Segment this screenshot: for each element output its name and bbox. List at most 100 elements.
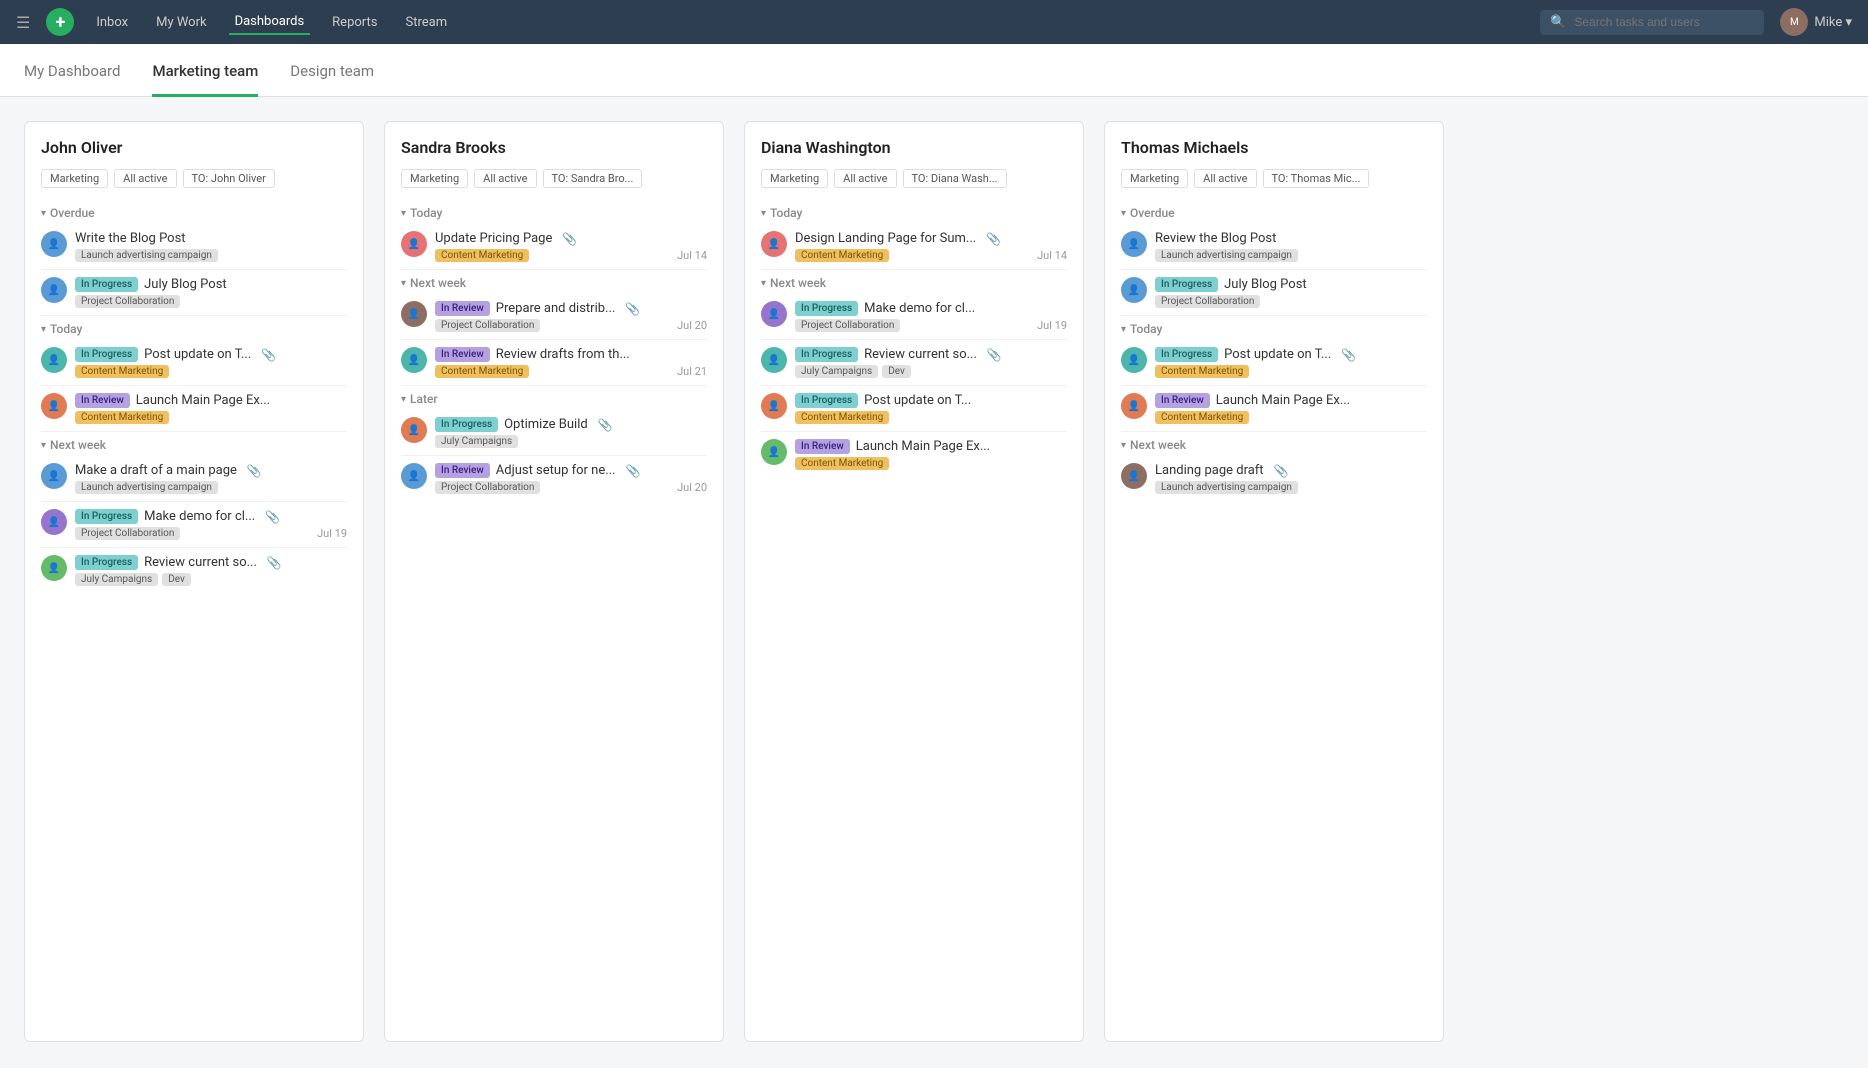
section-header-next-week[interactable]: ▾ Next week	[1121, 432, 1427, 456]
task-tag: Content Marketing	[795, 249, 889, 262]
collapse-arrow: ▾	[1121, 208, 1126, 219]
filter-pill[interactable]: TO: John Oliver	[183, 169, 275, 188]
hamburger-menu[interactable]: ☰	[16, 13, 30, 32]
person-name: Sandra Brooks	[401, 138, 707, 157]
user-menu[interactable]: M Mike ▾	[1780, 8, 1852, 36]
task-item[interactable]: 👤Update Pricing Page📎Content MarketingJu…	[401, 224, 707, 270]
user-name[interactable]: Mike ▾	[1814, 15, 1852, 30]
task-item[interactable]: 👤In ProgressReview current so...📎July Ca…	[761, 340, 1067, 386]
task-item[interactable]: 👤 Design Landing Page for Sum...📎 Content …	[761, 224, 1067, 270]
task-item[interactable]: 👤In ProgressMake demo for cl...Project C…	[761, 294, 1067, 340]
task-item[interactable]: 👤In ProgressJuly Blog PostProject Collab…	[41, 270, 347, 316]
filter-pill[interactable]: TO: Sandra Bro...	[543, 169, 643, 188]
status-badge: In Review	[435, 301, 490, 316]
filter-pill[interactable]: TO: Thomas Mic...	[1263, 169, 1370, 188]
nav-reports[interactable]: Reports	[326, 11, 383, 34]
attachment-icon: 📎	[626, 464, 641, 478]
task-item[interactable]: 👤In ProgressPost update on T...Content M…	[761, 386, 1067, 432]
section-header-today[interactable]: ▾ Today	[1121, 316, 1427, 340]
section-header-next-week[interactable]: ▾ Next week	[401, 270, 707, 294]
task-item[interactable]: 👤In ProgressPost update on T...📎Content …	[1121, 340, 1427, 386]
top-navigation: ☰ + Inbox My Work Dashboards Reports Str…	[0, 0, 1868, 44]
filter-pill[interactable]: All active	[834, 169, 896, 188]
task-item[interactable]: 👤Make a draft of a main page📎Launch adve…	[41, 456, 347, 502]
task-item[interactable]: 👤In ReviewLaunch Main Page Ex...Content …	[1121, 386, 1427, 432]
filter-pill[interactable]: Marketing	[761, 169, 828, 188]
nav-dashboards[interactable]: Dashboards	[229, 10, 311, 35]
task-item[interactable]: 👤In ProgressPost update on T...📎Content …	[41, 340, 347, 386]
filter-pill[interactable]: Marketing	[1121, 169, 1188, 188]
task-tag: Project Collaboration	[435, 319, 540, 332]
avatar: 👤	[761, 393, 787, 419]
task-item[interactable]: 👤In ReviewLaunch Main Page Ex...Content …	[761, 432, 1067, 477]
task-tag: July Campaigns	[435, 435, 518, 448]
task-title: Adjust setup for ne...	[496, 463, 616, 478]
task-body: In ProgressMake demo for cl...📎Project C…	[75, 509, 347, 540]
tab-design-team[interactable]: Design team	[290, 44, 374, 97]
task-title: Review current so...	[144, 555, 257, 570]
task-meta-row: Launch advertising campaign	[1155, 246, 1427, 262]
task-meta-row: July Campaigns	[435, 432, 707, 448]
task-title: Post update on T...	[1224, 347, 1331, 362]
task-item[interactable]: 👤Landing page draft📎Launch advertising c…	[1121, 456, 1427, 501]
task-date: Jul 20	[677, 479, 707, 494]
section-header-overdue[interactable]: ▾ Overdue	[41, 200, 347, 224]
task-tags: Content Marketing	[75, 411, 169, 424]
task-tags: Launch advertising campaign	[75, 481, 218, 494]
task-item[interactable]: 👤In ProgressOptimize Build📎July Campaign…	[401, 410, 707, 456]
task-item[interactable]: 👤In ProgressJuly Blog PostProject Collab…	[1121, 270, 1427, 316]
avatar: 👤	[761, 231, 787, 257]
task-tags: July Campaigns	[435, 435, 518, 448]
task-title-row: Update Pricing Page📎	[435, 231, 707, 246]
task-body: In ProgressReview current so...📎July Cam…	[75, 555, 347, 586]
section-header-next-week[interactable]: ▾ Next week	[41, 432, 347, 456]
person-column-john-oliver: John OliverMarketingAll activeTO: John O…	[24, 121, 364, 1042]
task-body: In ReviewAdjust setup for ne...📎Project …	[435, 463, 707, 494]
task-tag: Launch advertising campaign	[75, 249, 218, 262]
search-icon: 🔍	[1550, 15, 1566, 30]
task-item[interactable]: 👤In ReviewAdjust setup for ne...📎Project…	[401, 456, 707, 501]
task-title: Launch Main Page Ex...	[1216, 393, 1350, 408]
task-item[interactable]: 👤In ReviewReview drafts from th...Conten…	[401, 340, 707, 386]
task-title: Review the Blog Post	[1155, 231, 1276, 246]
section-header-next-week[interactable]: ▾ Next week	[761, 270, 1067, 294]
section-header-today[interactable]: ▾ Today	[41, 316, 347, 340]
avatar: 👤	[401, 417, 427, 443]
filter-pill[interactable]: Marketing	[41, 169, 108, 188]
section-header-later[interactable]: ▾ Later	[401, 386, 707, 410]
task-tags: Content Marketing	[435, 249, 529, 262]
filter-pill[interactable]: All active	[474, 169, 536, 188]
nav-my-work[interactable]: My Work	[150, 11, 212, 34]
section-header-overdue[interactable]: ▾ Overdue	[1121, 200, 1427, 224]
filter-pill[interactable]: TO: Diana Wash...	[903, 169, 1007, 188]
task-item[interactable]: 👤In ReviewLaunch Main Page Ex...Content …	[41, 386, 347, 432]
avatar: 👤	[401, 347, 427, 373]
filter-pill[interactable]: Marketing	[401, 169, 468, 188]
task-tags: Content Marketing	[75, 365, 169, 378]
task-meta-row: Project Collaboration	[1155, 292, 1427, 308]
task-title-row: In ProgressReview current so...📎	[795, 347, 1067, 362]
collapse-arrow: ▾	[401, 394, 406, 405]
avatar: 👤	[41, 555, 67, 581]
task-meta-row: Content MarketingJul 14	[435, 246, 707, 262]
filter-pill[interactable]: All active	[1194, 169, 1256, 188]
search-box[interactable]: 🔍	[1540, 10, 1764, 35]
task-item[interactable]: 👤In ReviewPrepare and distrib...📎Project…	[401, 294, 707, 340]
task-item[interactable]: 👤Review the Blog PostLaunch advertising …	[1121, 224, 1427, 270]
nav-stream[interactable]: Stream	[399, 11, 453, 34]
filter-pill[interactable]: All active	[114, 169, 176, 188]
task-item[interactable]: 👤 In ProgressReview current so...📎July Ca…	[41, 548, 347, 593]
app-logo[interactable]: +	[46, 8, 74, 36]
section-header-today[interactable]: ▾ Today	[761, 200, 1067, 224]
task-title-row: Design Landing Page for Sum...📎	[795, 231, 1067, 246]
task-item[interactable]: 👤In ProgressMake demo for cl...📎Project …	[41, 502, 347, 548]
tab-marketing-team[interactable]: Marketing team	[152, 44, 258, 97]
nav-inbox[interactable]: Inbox	[90, 11, 134, 34]
task-item[interactable]: 👤Write the Blog PostLaunch advertising c…	[41, 224, 347, 270]
search-input[interactable]	[1574, 15, 1754, 29]
task-tag: Content Marketing	[795, 457, 889, 470]
section-header-today[interactable]: ▾ Today	[401, 200, 707, 224]
attachment-icon: 📎	[247, 464, 262, 478]
task-meta-row: Launch advertising campaign	[75, 478, 347, 494]
tab-my-dashboard[interactable]: My Dashboard	[24, 44, 120, 97]
